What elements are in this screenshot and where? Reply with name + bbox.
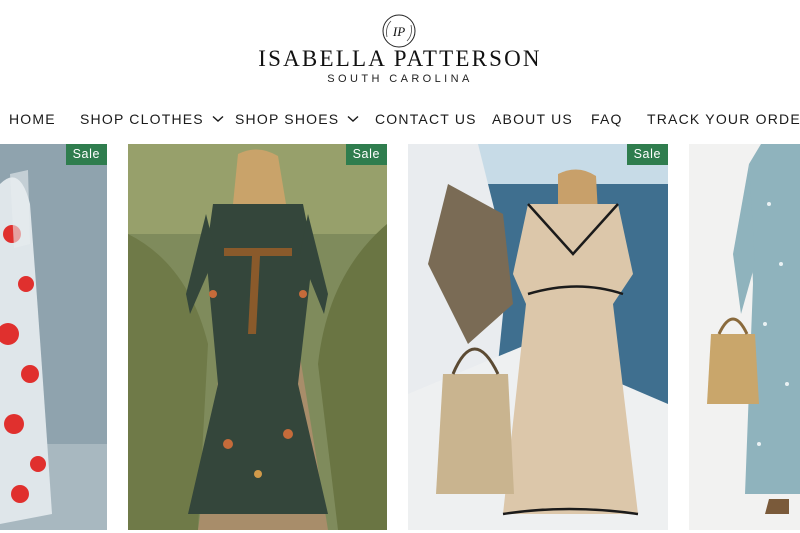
chevron-down-icon [212, 115, 224, 122]
nav-label: ABOUT US [492, 111, 573, 127]
product-grid: Sale Sale Sale [0, 144, 800, 530]
sale-badge: Sale [626, 144, 668, 165]
product-image[interactable] [689, 144, 800, 530]
nav-item-shop-clothes[interactable]: SHOP CLOTHES [80, 111, 224, 127]
monogram-logo-icon[interactable]: IP [381, 13, 417, 49]
brand-name[interactable]: ISABELLA PATTERSON [0, 46, 800, 72]
nav-item-home[interactable]: HOME [9, 111, 56, 127]
monogram-text: IP [392, 24, 405, 39]
product-card[interactable]: Sale [408, 144, 668, 530]
product-image[interactable] [0, 144, 107, 530]
nav-label: CONTACT US [375, 111, 477, 127]
main-navigation: HOME SHOP CLOTHES SHOP SHOES CONTACT US … [0, 104, 800, 136]
nav-label: TRACK YOUR ORDER [647, 111, 800, 127]
brand-location: SOUTH CAROLINA [327, 73, 473, 85]
nav-label: SHOP SHOES [235, 111, 340, 127]
product-card[interactable]: Sale [0, 144, 107, 530]
nav-item-faq[interactable]: FAQ [591, 111, 623, 127]
nav-label: HOME [9, 111, 56, 127]
product-card[interactable] [689, 144, 800, 530]
product-image[interactable] [128, 144, 387, 530]
sale-badge: Sale [65, 144, 107, 165]
product-image[interactable] [408, 144, 668, 530]
nav-item-track-your-order[interactable]: TRACK YOUR ORDER [647, 111, 800, 127]
nav-item-contact-us[interactable]: CONTACT US [375, 111, 477, 127]
site-header: IP ISABELLA PATTERSON SOUTH CAROLINA [0, 0, 800, 100]
nav-label: FAQ [591, 111, 623, 127]
chevron-down-icon [347, 115, 359, 122]
sale-badge: Sale [345, 144, 387, 165]
nav-label: SHOP CLOTHES [80, 111, 204, 127]
nav-item-shop-shoes[interactable]: SHOP SHOES [235, 111, 359, 127]
product-card[interactable]: Sale [128, 144, 387, 530]
nav-item-about-us[interactable]: ABOUT US [492, 111, 573, 127]
